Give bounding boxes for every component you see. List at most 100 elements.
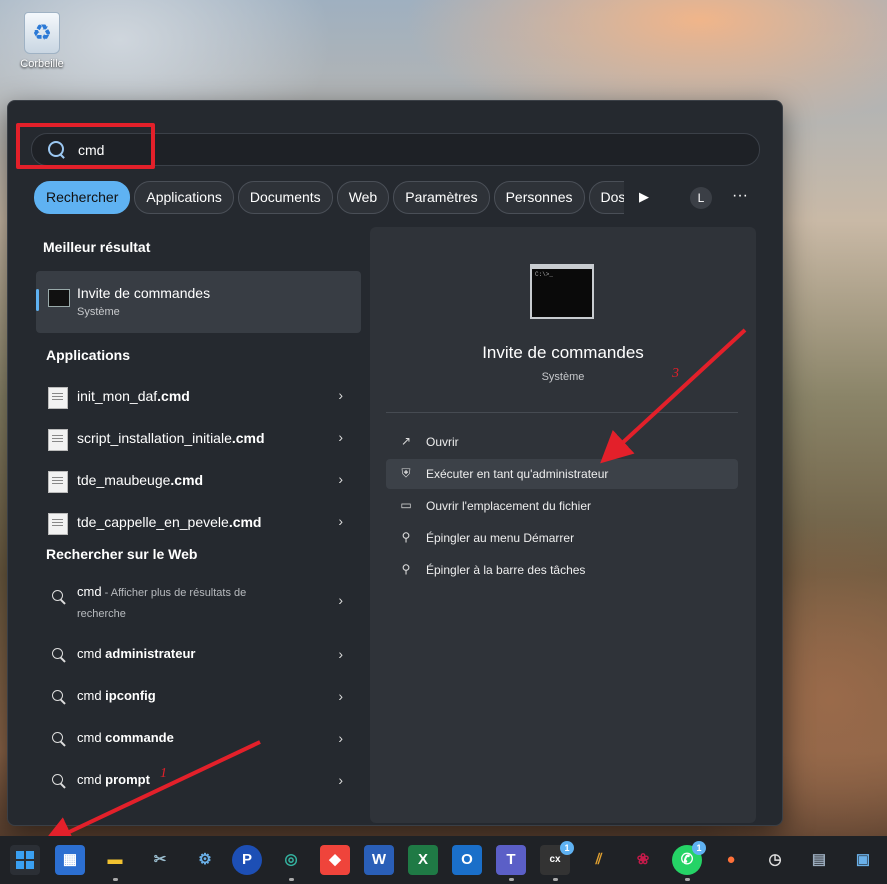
snipping-tool-icon[interactable]: ✂ <box>145 845 175 875</box>
action-label: Ouvrir l'emplacement du fichier <box>426 499 592 513</box>
app-result-ext: .cmd <box>170 472 204 488</box>
anydesk-icon[interactable]: ◆ <box>320 845 350 875</box>
remote-desktop-icon[interactable]: ▣ <box>848 845 878 875</box>
action-label: Exécuter en tant qu'administrateur <box>426 467 609 481</box>
action-pin-start[interactable]: ⚲ Épingler au menu Démarrer <box>386 523 738 553</box>
chevron-right-icon[interactable]: › <box>338 513 343 529</box>
action-pin-taskbar[interactable]: ⚲ Épingler à la barre des tâches <box>386 555 738 585</box>
control-panel-icon[interactable]: ⚙ <box>190 845 220 875</box>
chevron-right-icon[interactable]: › <box>338 688 343 704</box>
excel-icon[interactable]: X <box>408 845 438 875</box>
pin-icon: ⚲ <box>401 530 411 544</box>
app-cx-icon[interactable]: cx 1 <box>540 841 574 881</box>
app-result-item[interactable]: tde_cappelle_en_pevele.cmd › <box>36 502 361 544</box>
more-options-icon[interactable]: ··· <box>730 185 750 207</box>
app-result-name: init_mon_daf <box>77 388 158 404</box>
detail-panel: Invite de commandes Système ↗ Ouvrir ⛨ E… <box>370 227 756 823</box>
web-result-query: cmd <box>77 584 102 599</box>
tab-documents[interactable]: Documents <box>237 181 333 214</box>
web-result-bold: ipconfig <box>105 688 156 703</box>
chevron-right-icon[interactable]: › <box>338 429 343 445</box>
tab-web[interactable]: Web <box>336 181 390 214</box>
app-result-ext: .cmd <box>157 388 190 404</box>
search-icon <box>52 732 63 743</box>
search-input[interactable] <box>76 138 680 162</box>
word-icon[interactable]: W <box>364 845 394 875</box>
taskbar: ▦ ▬ ✂ ⚙ P ◎ ◆ W X O T cx 1 ⫽ ❀ ✆ 1 ● ◷ ▤ ▣ <box>0 836 887 884</box>
tab-rechercher[interactable]: Rechercher <box>34 181 131 214</box>
script-file-icon <box>48 471 68 493</box>
calculator-icon[interactable]: ▤ <box>804 845 834 875</box>
cmd-icon <box>48 289 70 307</box>
recycle-bin-desktop-icon[interactable]: ♻ Corbeille <box>14 12 70 70</box>
web-result-item[interactable]: cmd prompt › <box>36 760 361 802</box>
app-result-name: tde_cappelle_en_pevele <box>77 514 229 530</box>
chevron-right-icon[interactable]: › <box>338 387 343 403</box>
best-match-item[interactable]: Invite de commandes Système <box>36 271 361 333</box>
firefox-icon[interactable]: ● <box>716 845 746 875</box>
web-result-item[interactable]: cmd ipconfig › <box>36 676 361 718</box>
tab-personnes[interactable]: Personnes <box>493 181 585 214</box>
web-result-base: cmd <box>77 772 106 787</box>
tabs-next-icon[interactable]: ▶ <box>634 187 654 207</box>
search-icon <box>52 774 63 785</box>
action-open[interactable]: ↗ Ouvrir <box>386 427 738 457</box>
recycle-bin-icon: ♻ <box>24 12 60 54</box>
action-open-file-location[interactable]: ▭ Ouvrir l'emplacement du fichier <box>386 491 738 521</box>
microsoft-store-icon[interactable]: ▦ <box>55 845 85 875</box>
pin-icon: ⚲ <box>401 562 411 576</box>
script-file-icon <box>48 429 68 451</box>
tab-applications[interactable]: Applications <box>134 181 234 214</box>
teams-glyph: T <box>506 851 516 868</box>
windows-logo-icon <box>16 851 34 869</box>
web-result-item[interactable]: cmd - Afficher plus de résultats de rech… <box>36 576 361 634</box>
chevron-right-icon[interactable]: › <box>338 730 343 746</box>
app-result-name: script_installation_initiale <box>77 430 232 446</box>
annotation-number-1: 1 <box>160 766 167 781</box>
chevron-right-icon[interactable]: › <box>338 471 343 487</box>
app-result-item[interactable]: script_installation_initiale.cmd › <box>36 418 361 460</box>
filter-tabs: Rechercher Applications Documents Web Paramè… <box>34 181 624 214</box>
app-result-name: tde_maubeuge <box>77 472 171 488</box>
file-explorer-icon[interactable]: ▬ <box>100 845 130 881</box>
chevron-right-icon[interactable]: › <box>338 646 343 662</box>
web-result-item[interactable]: cmd administrateur › <box>36 634 361 676</box>
web-result-bold: prompt <box>105 772 150 787</box>
results-list: Meilleur résultat Invite de commandes Sy… <box>36 229 361 802</box>
notification-badge: 1 <box>560 841 574 855</box>
raspberry-pi-icon[interactable]: ❀ <box>628 845 658 875</box>
outlook-icon[interactable]: O <box>452 845 482 875</box>
start-menu: RechercherApplicationsDocumentsWebParamè… <box>7 100 783 826</box>
best-match-type: Système <box>77 306 120 318</box>
web-result-base: cmd <box>77 646 106 661</box>
app-p-icon[interactable]: P <box>232 845 262 875</box>
teams-icon[interactable]: T <box>496 845 526 881</box>
action-run-as-admin[interactable]: ⛨ Exécuter en tant qu'administrateur <box>386 459 738 489</box>
shield-icon: ⛨ <box>401 466 411 480</box>
web-result-desc: - Afficher plus de résultats de recherch… <box>77 587 247 620</box>
search-icon <box>52 690 63 701</box>
tab-parametres[interactable]: Paramètres <box>393 181 490 214</box>
whatsapp-icon[interactable]: ✆ 1 <box>672 841 706 881</box>
app-stripes-icon[interactable]: ⫽ <box>584 845 614 875</box>
app-result-item[interactable]: init_mon_daf.cmd › <box>36 376 361 418</box>
edge-icon[interactable]: ◎ <box>276 845 306 881</box>
web-result-base: cmd <box>77 730 106 745</box>
chevron-right-icon[interactable]: › <box>338 772 343 788</box>
web-search-heading: Rechercher sur le Web <box>46 546 198 562</box>
recycle-bin-label: Corbeille <box>20 58 64 70</box>
app-result-item[interactable]: tde_maubeuge.cmd › <box>36 460 361 502</box>
tab-dossiers[interactable]: Dossiers <box>588 181 624 214</box>
web-result-bold: commande <box>105 730 174 745</box>
script-file-icon <box>48 513 68 535</box>
start-button[interactable] <box>10 845 40 875</box>
applications-heading: Applications <box>46 347 131 363</box>
clock-icon[interactable]: ◷ <box>760 845 790 875</box>
open-icon: ↗ <box>400 434 412 448</box>
web-result-item[interactable]: cmd commande › <box>36 718 361 760</box>
search-icon <box>52 590 63 601</box>
detail-subtitle: Système <box>541 371 585 383</box>
folder-icon: ▭ <box>400 498 412 512</box>
user-avatar[interactable]: L <box>690 187 712 209</box>
chevron-right-icon[interactable]: › <box>338 592 343 608</box>
